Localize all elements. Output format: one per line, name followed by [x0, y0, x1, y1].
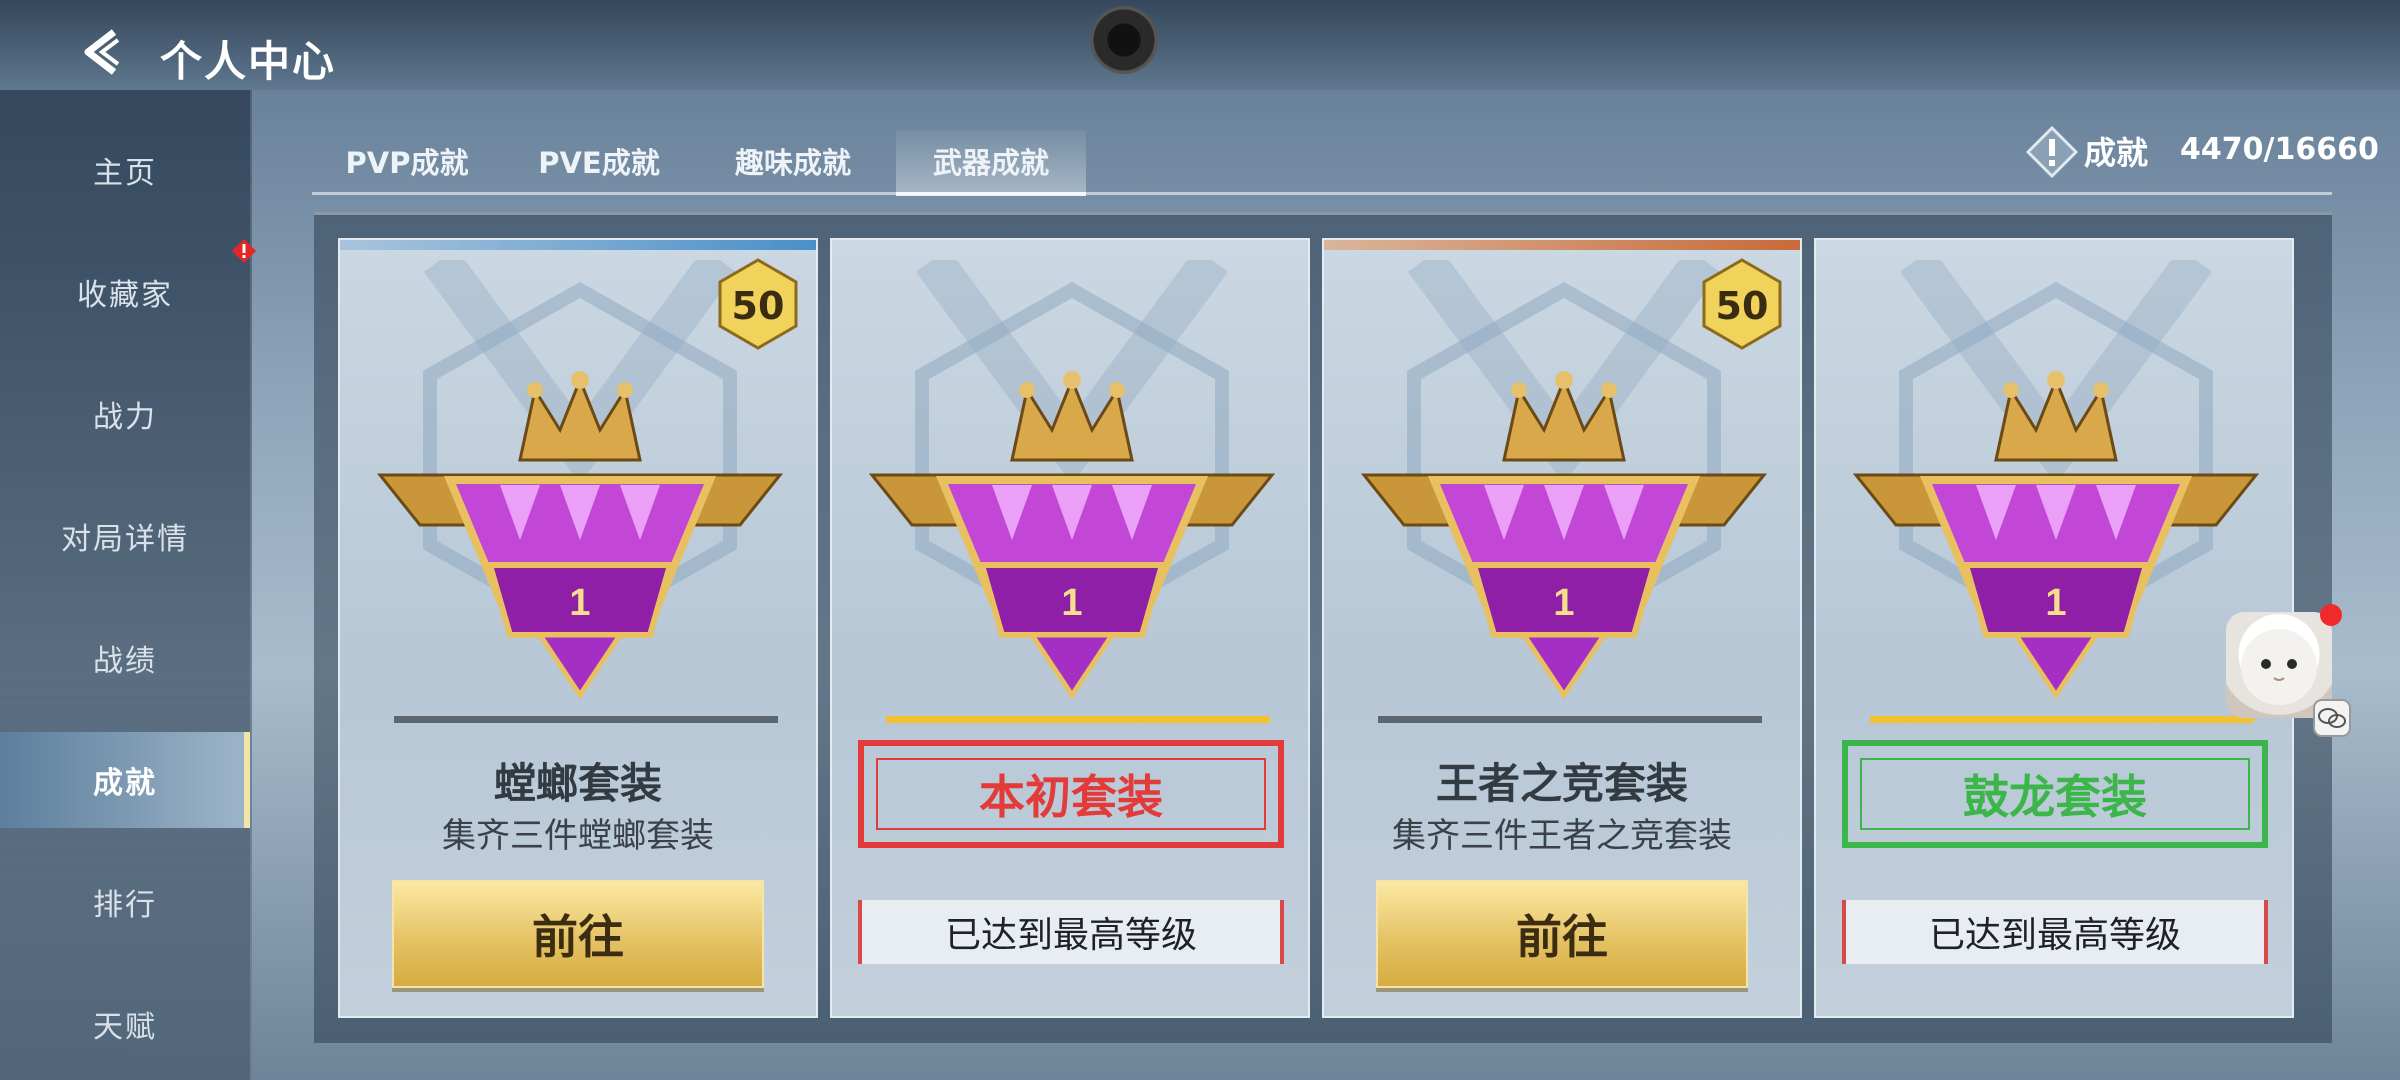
tab-label: PVE成就 [538, 146, 660, 180]
level-number: 50 [1715, 284, 1769, 328]
max-level-status: 已达到最高等级 [858, 900, 1284, 964]
achievement-icon [2025, 125, 2079, 179]
sidebar-item-power[interactable]: 战力 [0, 366, 250, 462]
tab-fun[interactable]: 趣味成就 [698, 130, 888, 192]
back-button[interactable] [78, 26, 130, 78]
tab-label: 趣味成就 [734, 146, 851, 180]
card-title: 螳螂套装 [493, 759, 662, 808]
notification-dot [2320, 604, 2342, 626]
tab-bar: PVP成就 PVE成就 趣味成就 武器成就 [312, 130, 1332, 196]
crown-rank-emblem-icon: 1 [868, 371, 1276, 700]
sidebar-item-talent[interactable]: 天赋 [0, 976, 250, 1072]
achievement-count: 4470/16660 [2180, 132, 2379, 167]
achievement-card[interactable]: 1 本初套装 已达到最高等级 [830, 238, 1310, 1018]
progress-divider [394, 716, 778, 723]
sidebar-item-match-details[interactable]: 对局详情 [0, 488, 250, 584]
top-bar [0, 0, 2400, 90]
page-title: 个人中心 [160, 37, 337, 86]
tab-pve[interactable]: PVE成就 [504, 130, 694, 192]
card-title: 本初套装 [876, 758, 1266, 830]
sidebar-item-record[interactable]: 战绩 [0, 610, 250, 706]
crown-rank-emblem-icon: 1 [376, 371, 784, 700]
go-button-label: 前往 [1516, 910, 1608, 964]
rank-number: 1 [1553, 582, 1574, 624]
card-top-accent [1324, 240, 1800, 250]
achievement-card[interactable]: 50 1 王者之竞套装 集齐三件王者之竞套装 前往 [1322, 238, 1802, 1018]
crown-rank-emblem-icon: 1 [1360, 371, 1768, 700]
camera-cutout [1090, 6, 1158, 74]
card-top-accent [340, 240, 816, 250]
go-button[interactable]: 前往 [392, 880, 764, 988]
highlighted-title-box: 鼓龙套装 [1842, 740, 2268, 848]
chat-icon[interactable] [2312, 698, 2352, 738]
progress-divider [1870, 716, 2254, 723]
go-button-label: 前往 [532, 910, 624, 964]
level-number: 50 [731, 284, 785, 328]
tab-divider [312, 192, 2332, 195]
rank-number: 1 [569, 582, 590, 624]
crown-rank-emblem-icon: 1 [1852, 371, 2260, 700]
sidebar-item-label: 成就 [93, 766, 157, 801]
achievement-label: 成就 [2084, 134, 2149, 172]
tab-label: PVP成就 [345, 146, 469, 180]
achievement-card[interactable]: 50 1 螳螂套装 集齐三件螳螂套装 前往 [338, 238, 818, 1018]
highlighted-title-box: 本初套装 [858, 740, 1284, 848]
status-label: 已达到最高等级 [944, 915, 1197, 956]
go-button[interactable]: 前往 [1376, 880, 1748, 988]
card-title: 鼓龙套装 [1860, 758, 2250, 830]
sidebar-item-home[interactable]: 主页 [0, 122, 250, 218]
back-arrow-icon [84, 29, 120, 75]
sidebar-item-achievements[interactable]: 成就 [0, 732, 250, 828]
card-subtitle: 集齐三件王者之竞套装 [1392, 816, 1732, 856]
sidebar-item-label: 天赋 [93, 1010, 157, 1045]
card-title: 王者之竞套装 [1435, 759, 1688, 808]
status-label: 已达到最高等级 [1928, 915, 2181, 956]
card-subtitle: 集齐三件螳螂套装 [442, 816, 714, 856]
sidebar-item-collector[interactable]: 收藏家 [0, 244, 250, 340]
rank-number: 1 [1061, 582, 1082, 624]
tab-weapon[interactable]: 武器成就 [896, 130, 1086, 196]
rank-number: 1 [2045, 582, 2066, 624]
sidebar-item-label: 战力 [93, 400, 157, 435]
progress-divider [1378, 716, 1762, 723]
level-badge: 50 [718, 258, 798, 350]
sidebar-item-label: 收藏家 [77, 278, 173, 313]
achievement-card[interactable]: 1 鼓龙套装 已达到最高等级 [1814, 238, 2294, 1018]
level-badge: 50 [1702, 258, 1782, 350]
sidebar-item-label: 主页 [93, 156, 157, 191]
tab-pvp[interactable]: PVP成就 [312, 130, 502, 192]
sidebar-item-label: 排行 [93, 888, 157, 923]
progress-divider [886, 716, 1270, 723]
sidebar-item-label: 对局详情 [61, 522, 189, 557]
alert-icon [231, 238, 257, 264]
tab-label: 武器成就 [932, 146, 1049, 180]
sidebar-item-label: 战绩 [93, 644, 157, 679]
sidebar-item-ranking[interactable]: 排行 [0, 854, 250, 950]
max-level-status: 已达到最高等级 [1842, 900, 2268, 964]
